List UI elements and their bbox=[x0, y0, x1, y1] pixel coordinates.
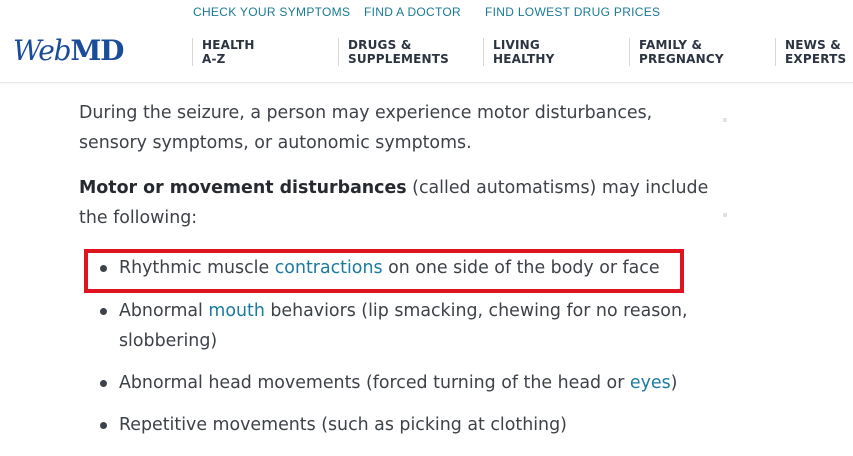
bullet-dot-icon bbox=[100, 380, 107, 387]
bullet-dot-icon bbox=[100, 308, 107, 315]
webmd-logo[interactable]: WebMD bbox=[13, 34, 124, 68]
list-item-pre: Repetitive movements (such as picking at… bbox=[119, 415, 567, 435]
nav-drugs-supplements[interactable]: DRUGS & SUPPLEMENTS bbox=[338, 38, 468, 66]
site-header: CHECK YOUR SYMPTOMS FIND A DOCTOR FIND L… bbox=[0, 0, 853, 83]
bullet-dot-icon bbox=[100, 422, 107, 429]
motor-disturbances-heading: Motor or movement disturbances bbox=[79, 178, 407, 198]
gutter-dot bbox=[723, 213, 727, 217]
nav-family-pregnancy[interactable]: FAMILY & PREGNANCY bbox=[629, 38, 759, 66]
list-item-post: ) bbox=[670, 373, 678, 393]
nav-living-healthy[interactable]: LIVING HEALTHY bbox=[483, 38, 613, 66]
list-item-text: Abnormal head movements (forced turning … bbox=[119, 368, 699, 398]
article-body: During the seizure, a person may experie… bbox=[79, 98, 719, 233]
logo-web-text: Web bbox=[13, 34, 72, 67]
mouth-link[interactable]: mouth bbox=[208, 301, 264, 321]
eyes-link[interactable]: eyes bbox=[630, 373, 671, 393]
nav-health-a-z[interactable]: HEALTH A-Z bbox=[192, 38, 322, 66]
find-doctor-link[interactable]: FIND A DOCTOR bbox=[364, 5, 461, 19]
highlight-box bbox=[84, 249, 684, 293]
list-item-pre: Abnormal head movements (forced turning … bbox=[119, 373, 630, 393]
intro-paragraph: During the seizure, a person may experie… bbox=[79, 103, 653, 153]
check-symptoms-link[interactable]: CHECK YOUR SYMPTOMS bbox=[193, 5, 350, 19]
find-drug-prices-link[interactable]: FIND LOWEST DRUG PRICES bbox=[485, 5, 660, 19]
motor-disturbances-paragraph: Motor or movement disturbances (called a… bbox=[79, 173, 719, 233]
logo-md-text: MD bbox=[70, 34, 124, 67]
list-item-pre: Abnormal bbox=[119, 301, 209, 321]
nav-news-experts[interactable]: NEWS & EXPERTS bbox=[775, 38, 853, 66]
list-item-text: Repetitive movements (such as picking at… bbox=[119, 410, 699, 440]
list-item-text: Abnormal mouth behaviors (lip smacking, … bbox=[119, 296, 699, 356]
gutter-dot bbox=[723, 118, 727, 122]
